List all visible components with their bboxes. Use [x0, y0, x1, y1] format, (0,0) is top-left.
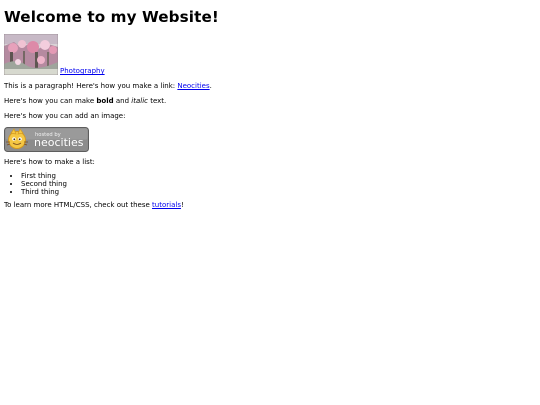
formatting-intro-text: Here's how you can make: [4, 97, 97, 105]
badge-main-text: neocities: [34, 136, 84, 149]
photography-link[interactable]: Photography: [60, 67, 105, 75]
paragraph-intro-text: This is a paragraph! Here's how you make…: [4, 82, 178, 90]
tutorials-paragraph: To learn more HTML/CSS, check out these …: [4, 201, 534, 210]
page-title: Welcome to my Website!: [4, 8, 219, 26]
tutorials-intro-text: To learn more HTML/CSS, check out these: [4, 201, 153, 209]
paragraph-end-text: .: [209, 82, 212, 90]
neocities-badge-image: hosted by neocities: [4, 127, 89, 152]
photography-thumbnail[interactable]: [4, 34, 58, 75]
bold-text: bold: [96, 97, 114, 105]
formatting-paragraph: Here's how you can make bold and italic …: [4, 97, 534, 106]
tutorials-link[interactable]: tutorials: [152, 201, 181, 209]
formatting-end-text: text.: [147, 97, 167, 105]
neocities-link[interactable]: Neocities: [177, 82, 209, 90]
sample-list: First thing Second thing Third thing: [4, 172, 534, 196]
formatting-middle-text: and: [113, 97, 132, 105]
page-body: { "heading": "Welcome to my Website!", "…: [0, 0, 540, 405]
tutorials-end-text: !: [180, 201, 184, 209]
list-item: Second thing: [21, 180, 534, 188]
image-intro: Here's how you can add an image:: [4, 112, 126, 120]
paragraph-link-text: This is a paragraph! Here's how you make…: [4, 82, 534, 91]
list-item: First thing: [21, 172, 534, 180]
neocities-badge: hosted by neocities: [4, 127, 89, 152]
italic-text: italic: [131, 97, 148, 105]
page-content: Welcome to my Website! Photography This …: [4, 8, 534, 210]
list-item: Third thing: [21, 188, 534, 196]
photo-row: Photography: [4, 34, 534, 75]
list-intro: Here's how to make a list:: [4, 158, 95, 166]
